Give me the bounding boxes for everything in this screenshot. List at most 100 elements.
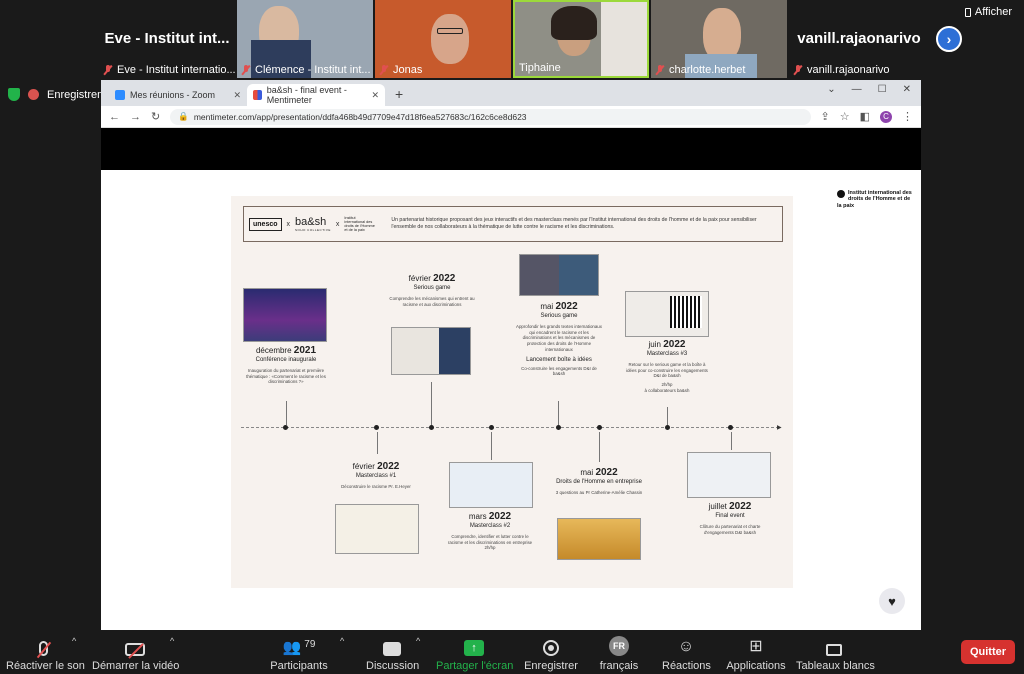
meeting-toolbar: Réactiver le son ^ Démarrer la vidéo ^ 👥… — [0, 630, 1024, 674]
record-icon — [28, 89, 39, 100]
whiteboard-icon — [796, 632, 872, 656]
close-window-icon[interactable]: ✕ — [903, 84, 911, 95]
timeline-dot — [556, 425, 561, 430]
mic-muted-icon — [379, 65, 389, 75]
whiteboards-button[interactable]: Tableaux blancs — [796, 632, 875, 672]
video-off-icon — [92, 632, 178, 659]
heart-icon: ♥ — [888, 593, 896, 609]
timeline-dot — [283, 425, 288, 430]
participant-tile[interactable]: charlotte.herbet — [651, 0, 787, 78]
quit-button[interactable]: Quitter — [961, 640, 1015, 664]
tab-zoom[interactable]: Mes réunions - Zoom ✕ — [109, 84, 247, 106]
serious-game-thumbnail — [391, 327, 471, 375]
chat-button[interactable]: Discussion — [366, 632, 419, 672]
iidh-logo: Institut international des droits de l'H… — [837, 190, 912, 209]
timeline-event: mars 2022 Masterclass #2 Comprendre, ide… — [447, 511, 533, 551]
masterclass-thumbnail — [449, 462, 533, 508]
timeline-event: mai 2022 Serious game Approfondir les gr… — [516, 301, 602, 377]
new-tab-button[interactable]: + — [395, 86, 403, 102]
maximize-icon[interactable]: ☐ — [878, 84, 887, 95]
participant-big-name: Eve - Institut int... — [104, 30, 230, 47]
participants-button[interactable]: 👥 79 Participants — [270, 632, 328, 672]
presentation-header — [101, 128, 921, 170]
arrow-right-icon: ▶ — [777, 425, 782, 431]
bash-logo: ba&sh SOHO COLLECTIVE — [295, 216, 331, 232]
timeline-dot — [429, 425, 434, 430]
address-bar: ← → ↻ 🔒 mentimeter.com/app/presentation/d… — [101, 106, 921, 128]
timeline-event: mai 2022 Droits de l'Homme en entreprise… — [555, 467, 643, 496]
participant-tile[interactable]: Jonas — [375, 0, 511, 78]
participants-options-caret[interactable]: ^ — [340, 636, 344, 646]
language-button[interactable]: FR français — [598, 632, 640, 672]
video-options-caret[interactable]: ^ — [170, 636, 174, 646]
participant-video — [431, 14, 469, 64]
mic-muted-icon — [793, 65, 803, 75]
chat-icon — [366, 632, 418, 656]
apps-icon: ⊞ — [749, 638, 763, 655]
partnership-banner: unesco x ba&sh SOHO COLLECTIVE x Institut… — [243, 206, 783, 242]
forward-icon[interactable]: → — [130, 111, 141, 123]
participant-tile[interactable]: Eve - Institut int... Eve - Institut int… — [99, 0, 235, 78]
shared-screen-browser: Mes réunions - Zoom ✕ ba&sh - final event… — [101, 80, 921, 630]
chevron-down-icon[interactable]: ⌄ — [827, 84, 835, 95]
timeline-slide: unesco x ba&sh SOHO COLLECTIVE x Institut… — [231, 196, 793, 588]
presentation-canvas: Institut international des droits de l'H… — [101, 170, 921, 630]
language-badge: FR — [609, 636, 629, 656]
tab-mentimeter[interactable]: ba&sh - final event - Mentimeter ✕ — [247, 84, 385, 106]
qr-code-icon — [670, 296, 702, 328]
minimize-icon[interactable]: — — [852, 84, 862, 95]
close-tab-icon[interactable]: ✕ — [233, 90, 241, 101]
next-participants-button[interactable]: › — [936, 26, 962, 52]
participant-tile-active[interactable]: Tiphaine — [513, 0, 649, 78]
timeline-event: février 2022 Serious game Comprendre les… — [389, 273, 475, 307]
chevron-right-icon: › — [946, 31, 952, 47]
start-video-button[interactable]: Démarrer la vidéo — [92, 632, 179, 672]
share-screen-button[interactable]: ↑ Partager l'écran — [436, 632, 513, 672]
star-icon[interactable]: ☆ — [840, 110, 850, 123]
audio-options-caret[interactable]: ^ — [72, 636, 76, 646]
participant-tile[interactable]: Clémence - Institut int... — [237, 0, 373, 78]
participant-count: 79 — [304, 639, 316, 650]
close-tab-icon[interactable]: ✕ — [371, 90, 379, 101]
timeline-event: juillet 2022 Final event Clôture du part… — [699, 501, 761, 535]
apps-button[interactable]: ⊞ Applications — [726, 632, 786, 672]
back-icon[interactable]: ← — [109, 111, 120, 123]
unesco-logo: unesco — [249, 217, 282, 231]
timeline-dot — [489, 425, 494, 430]
participant-name: Tiphaine — [519, 62, 561, 74]
record-button[interactable]: Enregistrer — [524, 632, 578, 672]
reload-icon[interactable]: ↻ — [151, 110, 160, 123]
show-button[interactable]: Afficher — [964, 6, 1012, 18]
mentimeter-favicon-icon — [253, 90, 262, 100]
participant-name: charlotte.herbet — [669, 64, 746, 76]
timeline-dot — [597, 425, 602, 430]
record-icon — [524, 632, 578, 656]
mic-muted-icon — [6, 632, 80, 659]
share-icon[interactable]: ⇪ — [821, 110, 830, 123]
mic-muted-icon — [655, 65, 665, 75]
masterclass-qr-thumbnail — [625, 291, 709, 337]
share-screen-icon: ↑ — [436, 632, 512, 656]
reactions-button[interactable]: ☺ Réactions — [662, 632, 711, 672]
timeline-event: juin 2022 Masterclass #3 Retour sur le s… — [626, 339, 708, 393]
heart-reaction-button[interactable]: ♥ — [879, 588, 905, 614]
timeline-axis — [241, 427, 779, 428]
unmute-button[interactable]: Réactiver le son — [6, 632, 85, 672]
participant-tile[interactable]: vanill.rajaonarivo vanill.rajaonarivo — [789, 0, 929, 78]
profile-avatar[interactable]: C — [880, 110, 892, 123]
shield-icon — [8, 88, 20, 101]
view-icon — [964, 7, 971, 17]
chat-options-caret[interactable]: ^ — [416, 636, 420, 646]
participant-strip: Eve - Institut int... Eve - Institut int… — [0, 0, 1024, 80]
timeline-dot — [665, 425, 670, 430]
participant-name: Jonas — [393, 64, 423, 76]
mouse-cursor-icon — [131, 499, 135, 509]
recording-indicator[interactable]: Enregistrem... — [8, 88, 115, 101]
participant-big-name: vanill.rajaonarivo — [797, 30, 921, 47]
url-input[interactable]: 🔒 mentimeter.com/app/presentation/ddfa468… — [170, 108, 811, 125]
tab-bar: Mes réunions - Zoom ✕ ba&sh - final event… — [101, 80, 921, 106]
timeline-event: décembre 2021 Conférence inaugurale Inau… — [246, 345, 326, 385]
serious-game-thumbnail — [519, 254, 599, 296]
menu-icon[interactable]: ⋮ — [902, 110, 913, 123]
sidebar-icon[interactable]: ◧ — [860, 110, 870, 123]
